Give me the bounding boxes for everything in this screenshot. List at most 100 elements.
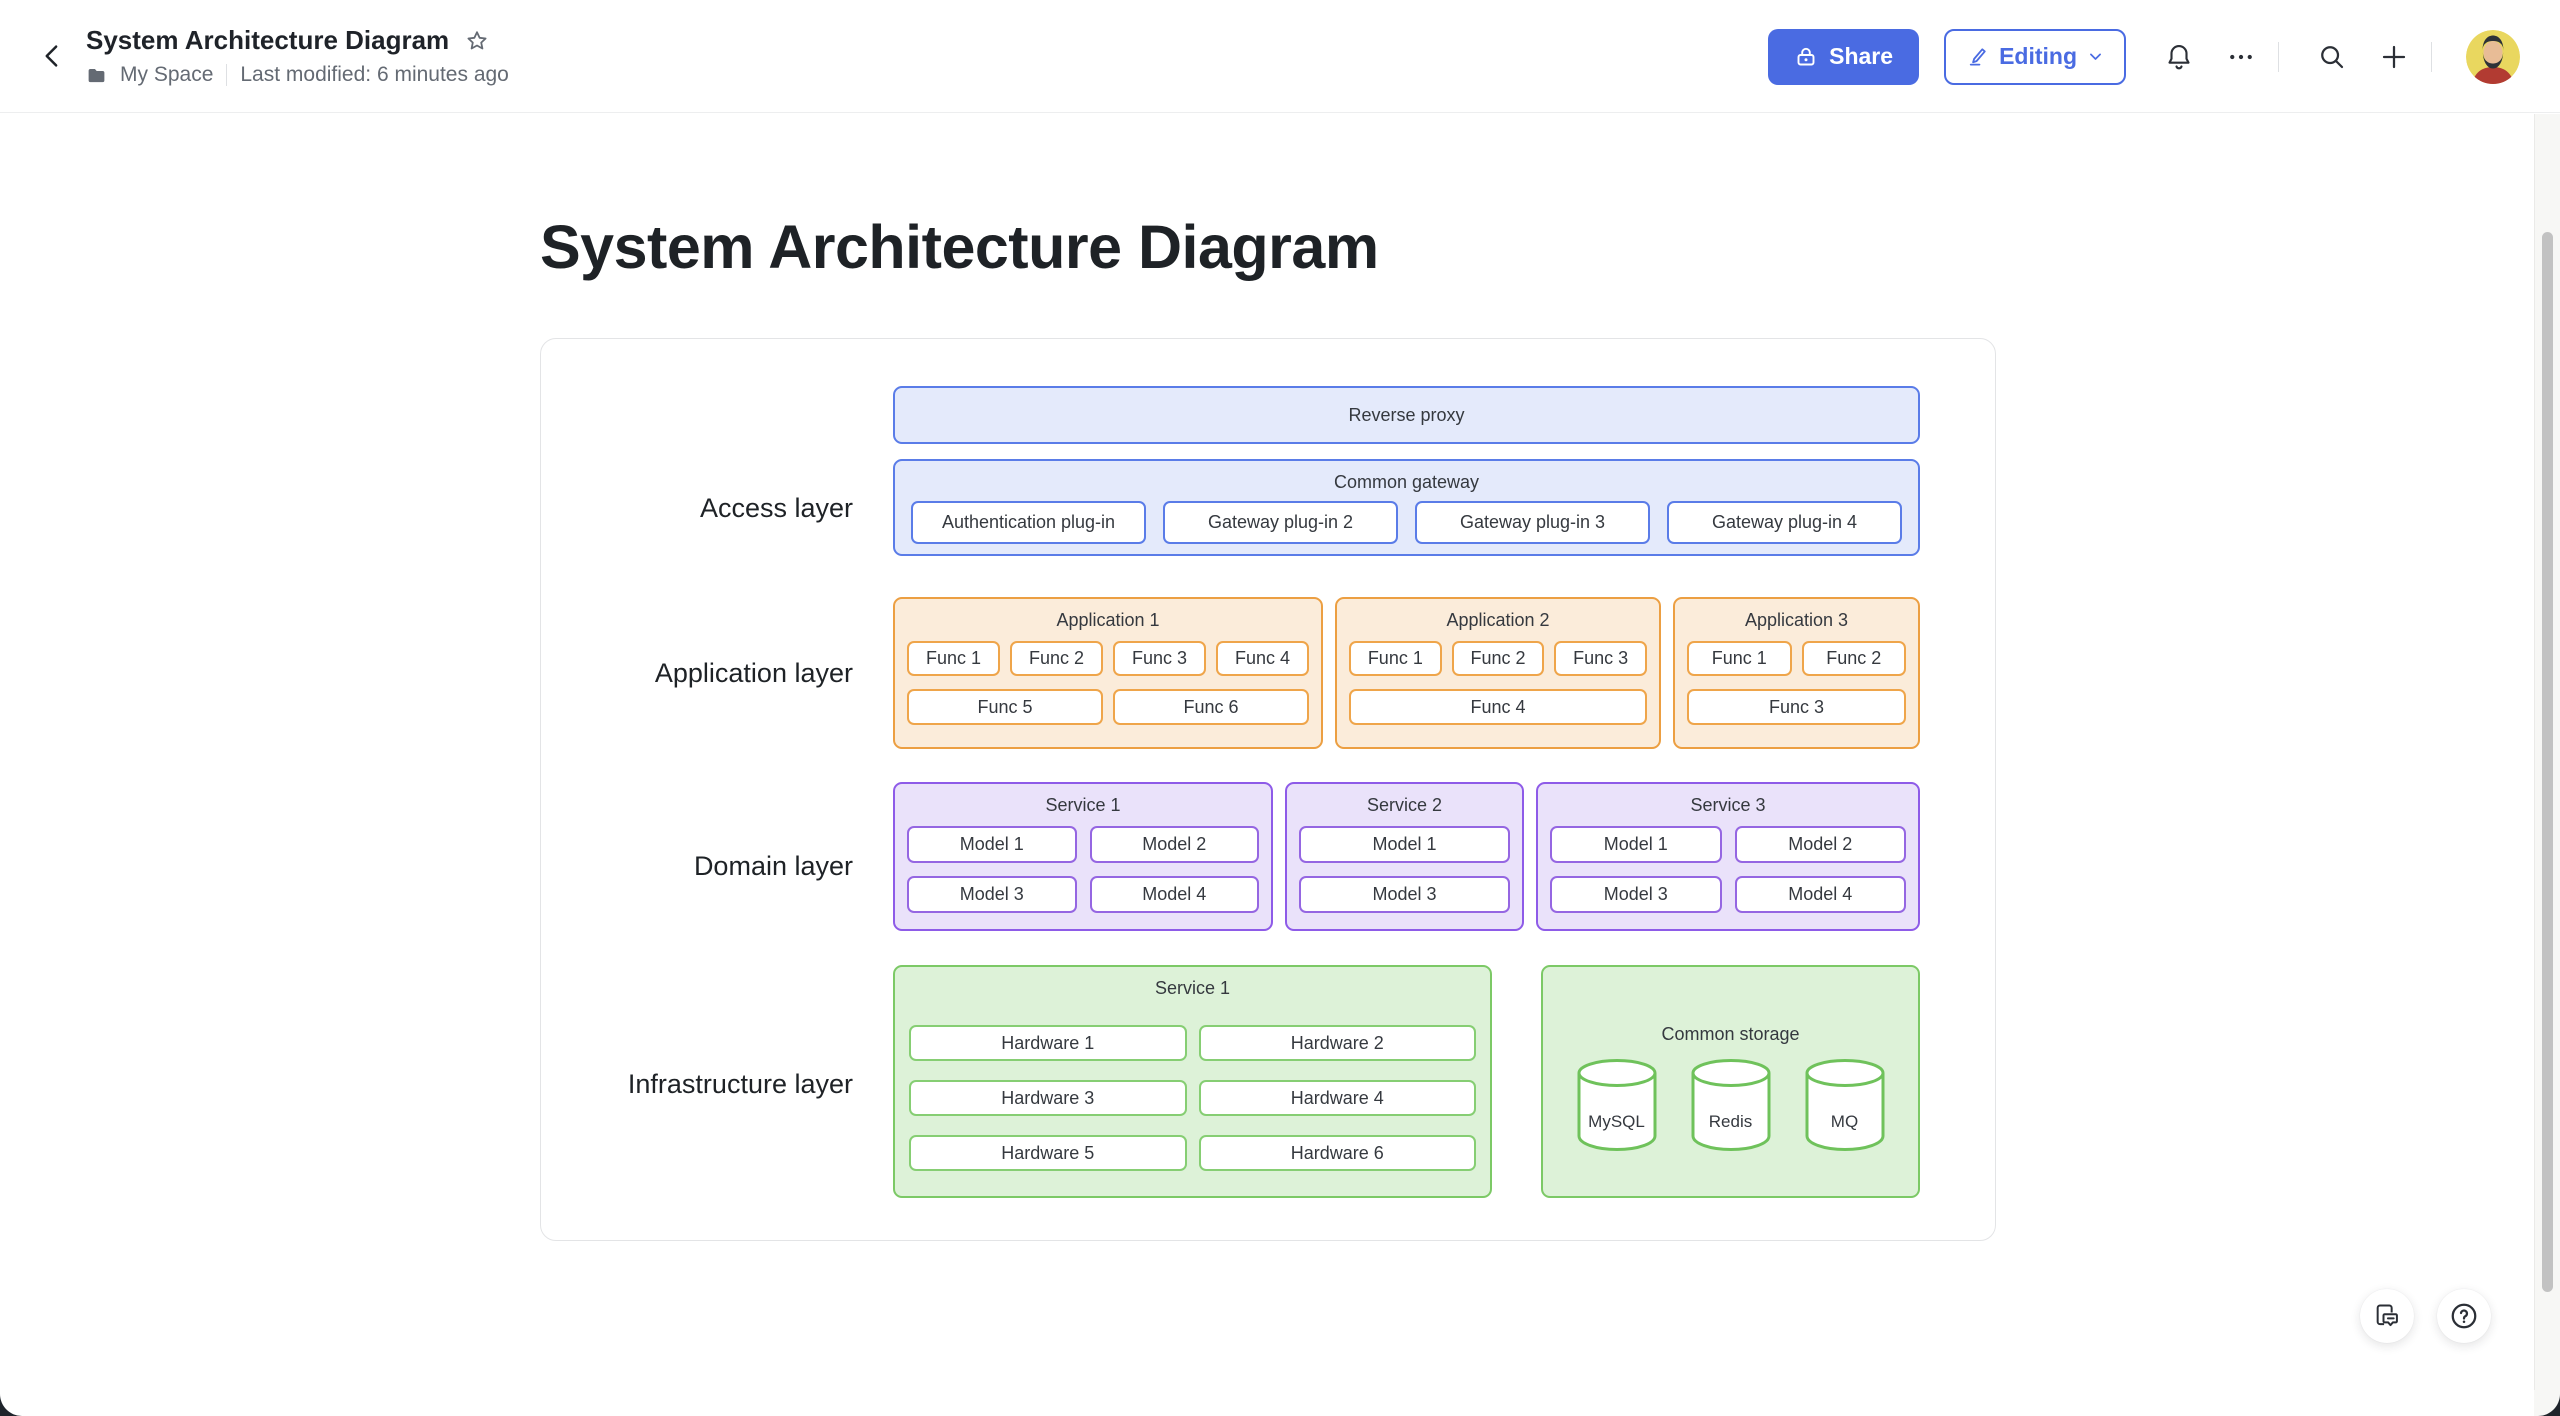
database-cylinder: MQ (1804, 1058, 1886, 1154)
hardware-node: Hardware 3 (909, 1080, 1187, 1116)
infra-service-title: Service 1 (909, 975, 1476, 1001)
hardware-node: Hardware 1 (909, 1025, 1187, 1061)
doc-comment-icon (2373, 1302, 2401, 1330)
gateway-plugin-node: Gateway plug-in 3 (1415, 501, 1650, 544)
model-node: Model 4 (1090, 876, 1260, 913)
back-button[interactable] (30, 33, 76, 79)
editing-label: Editing (1999, 43, 2077, 70)
breadcrumb-space[interactable]: My Space (120, 63, 213, 87)
pen-icon (1966, 45, 1989, 68)
folder-icon (86, 65, 107, 86)
search-icon (2317, 42, 2347, 72)
plus-icon (2379, 42, 2409, 72)
application-2-group: Application 2 Func 1 Func 2 Func 3 Func … (1335, 597, 1661, 749)
share-label: Share (1829, 43, 1893, 70)
domain-layer-label: Domain layer (541, 849, 853, 883)
model-node: Model 1 (907, 826, 1077, 863)
common-storage-group: Common storage MySQL Redis MQ (1541, 965, 1920, 1198)
application-1-group: Application 1 Func 1 Func 2 Func 3 Func … (893, 597, 1323, 749)
hardware-node: Hardware 6 (1199, 1135, 1477, 1171)
window-corner (0, 1390, 26, 1416)
avatar[interactable] (2466, 30, 2520, 84)
divider (2431, 42, 2432, 72)
database-label: MySQL (1576, 1112, 1658, 1132)
gateway-plugin-node: Authentication plug-in (911, 501, 1146, 544)
search-button[interactable] (2309, 34, 2355, 80)
func-node: Func 1 (1687, 641, 1792, 676)
comments-button[interactable] (2360, 1289, 2414, 1343)
func-node: Func 5 (907, 689, 1103, 725)
model-node: Model 1 (1299, 826, 1510, 863)
help-button[interactable] (2437, 1289, 2491, 1343)
service-1-group: Service 1 Model 1 Model 2 Model 3 Model … (893, 782, 1273, 931)
application-title: Application 2 (1349, 607, 1647, 633)
star-button[interactable] (465, 29, 489, 53)
service-2-group: Service 2 Model 1 Model 3 (1285, 782, 1524, 931)
model-node: Model 2 (1735, 826, 1907, 863)
model-node: Model 3 (1299, 876, 1510, 913)
hardware-node: Hardware 5 (909, 1135, 1187, 1171)
gateway-plugin-node: Gateway plug-in 2 (1163, 501, 1398, 544)
func-node: Func 3 (1687, 689, 1906, 725)
common-gateway-group: Common gateway Authentication plug-in Ga… (893, 459, 1920, 556)
doc-info: System Architecture Diagram My Space Las… (86, 25, 509, 87)
func-node: Func 2 (1802, 641, 1907, 676)
service-3-group: Service 3 Model 1 Model 2 Model 3 Model … (1536, 782, 1920, 931)
gateway-plugin-node: Gateway plug-in 4 (1667, 501, 1902, 544)
func-node: Func 3 (1113, 641, 1206, 676)
service-title: Service 2 (1299, 792, 1510, 818)
question-icon (2449, 1301, 2479, 1331)
page-title[interactable]: System Architecture Diagram (540, 212, 1379, 282)
func-node: Func 2 (1010, 641, 1103, 676)
model-node: Model 1 (1550, 826, 1722, 863)
scrollbar-track[interactable] (2534, 114, 2560, 1416)
scrollbar-thumb[interactable] (2542, 232, 2553, 1292)
more-button[interactable] (2218, 34, 2264, 80)
reverse-proxy-node: Reverse proxy (893, 386, 1920, 444)
service-title: Service 3 (1550, 792, 1906, 818)
application-layer-label: Application layer (541, 656, 853, 690)
access-layer-label: Access layer (541, 491, 853, 525)
application-title: Application 3 (1687, 607, 1906, 633)
ellipsis-icon (2226, 42, 2256, 72)
func-node: Func 4 (1349, 689, 1647, 725)
star-icon (465, 29, 489, 53)
top-bar: System Architecture Diagram My Space Las… (0, 0, 2560, 113)
service-title: Service 1 (907, 792, 1259, 818)
infrastructure-layer-label: Infrastructure layer (541, 1067, 853, 1101)
bell-icon (2164, 42, 2194, 72)
application-title: Application 1 (907, 607, 1309, 633)
hardware-node: Hardware 2 (1199, 1025, 1477, 1061)
gateway-title: Common gateway (911, 469, 1902, 495)
window-corner (2534, 1390, 2560, 1416)
create-new-button[interactable] (2371, 34, 2417, 80)
share-button[interactable]: Share (1768, 29, 1919, 85)
func-node: Func 4 (1216, 641, 1309, 676)
model-node: Model 3 (907, 876, 1077, 913)
model-node: Model 3 (1550, 876, 1722, 913)
database-label: Redis (1690, 1112, 1772, 1132)
database-label: MQ (1804, 1112, 1886, 1132)
func-node: Func 2 (1452, 641, 1545, 676)
application-3-group: Application 3 Func 1 Func 2 Func 3 (1673, 597, 1920, 749)
divider (2278, 42, 2279, 72)
chevron-left-icon (38, 41, 68, 71)
architecture-diagram-canvas[interactable]: Access layer Application layer Domain la… (540, 338, 1996, 1241)
divider (226, 64, 227, 86)
model-node: Model 2 (1090, 826, 1260, 863)
database-cylinder: MySQL (1576, 1058, 1658, 1154)
lock-icon (1794, 45, 1818, 69)
doc-title: System Architecture Diagram (86, 25, 449, 56)
model-node: Model 4 (1735, 876, 1907, 913)
editing-mode-button[interactable]: Editing (1944, 29, 2126, 85)
notifications-button[interactable] (2156, 34, 2202, 80)
database-cylinder: Redis (1690, 1058, 1772, 1154)
func-node: Func 3 (1554, 641, 1647, 676)
infra-service-group: Service 1 Hardware 1 Hardware 2 Hardware… (893, 965, 1492, 1198)
func-node: Func 6 (1113, 689, 1309, 725)
storage-title: Common storage (1543, 1021, 1918, 1047)
hardware-node: Hardware 4 (1199, 1080, 1477, 1116)
func-node: Func 1 (907, 641, 1000, 676)
last-modified: Last modified: 6 minutes ago (240, 63, 509, 87)
chevron-down-icon (2087, 48, 2104, 65)
